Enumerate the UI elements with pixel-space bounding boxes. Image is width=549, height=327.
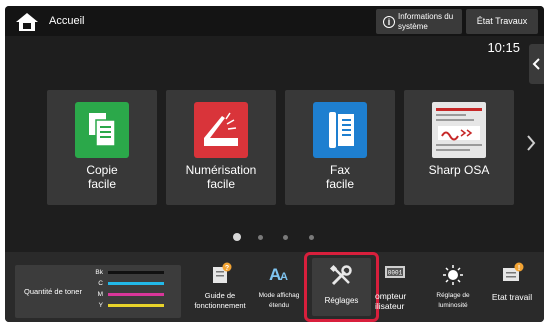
operation-guide-label: Guide de fonctionnement [194, 291, 246, 310]
tile-easy-copy[interactable]: Copie facile [47, 90, 157, 205]
operation-guide-button[interactable]: ? Guide de fonctionnement [185, 262, 255, 318]
top-bar: Accueil i Informations du système État T… [5, 6, 544, 36]
operation-panel: Accueil i Informations du système État T… [5, 6, 544, 322]
info-icon: i [383, 16, 395, 28]
clock: 10:15 [487, 40, 520, 55]
scan-icon [194, 102, 248, 158]
tile-sharp-osa[interactable]: Sharp OSA [404, 90, 514, 205]
extended-display-button[interactable]: A A Mode affichag étendu [253, 262, 305, 318]
extended-display-label: Mode affichag étendu [258, 292, 300, 309]
tile-label: Sharp OSA [428, 163, 490, 177]
tile-label: Copie facile [86, 163, 118, 191]
fax-icon [313, 102, 367, 158]
toner-level-panel[interactable]: Quantité de toner Bk C M Y [15, 265, 181, 318]
side-panel-tab[interactable] [529, 44, 544, 84]
home-label[interactable]: Accueil [49, 15, 84, 27]
user-counter-button[interactable]: 0001 ompteur ilisateur [371, 262, 423, 318]
toner-row-m: M [91, 291, 181, 299]
svg-text:!: ! [518, 265, 520, 272]
job-status-label: Etat travail [491, 292, 533, 302]
tile-label: Numérisation facile [185, 163, 257, 191]
toner-label: Quantité de toner [24, 287, 82, 296]
system-info-button[interactable]: i Informations du système [376, 9, 462, 34]
svg-text:?: ? [225, 265, 229, 272]
page-dot-active[interactable] [233, 233, 241, 241]
tile-easy-scan[interactable]: Numérisation facile [166, 90, 276, 205]
page-dot[interactable] [283, 234, 288, 240]
toner-row-bk: Bk [91, 269, 181, 277]
job-status-button[interactable]: État Travaux [466, 9, 538, 34]
chevron-right-icon[interactable] [526, 134, 536, 152]
text-size-icon: A A [269, 265, 288, 284]
settings-button[interactable]: Réglages [312, 258, 371, 316]
toner-row-y: Y [91, 302, 181, 310]
user-counter-label: ompteur ilisateur [375, 291, 407, 311]
tools-icon [329, 264, 352, 286]
svg-text:A: A [280, 271, 288, 283]
brightness-label: Réglage de luminosité [436, 292, 470, 309]
settings-label: Réglages [324, 296, 359, 305]
job-status-dock-button[interactable]: ! Etat travail [483, 262, 541, 318]
guide-icon: ? [213, 262, 232, 283]
tile-label: Fax facile [325, 163, 354, 191]
toner-row-c: C [91, 280, 181, 288]
copy-icon [75, 102, 129, 158]
svg-text:0001: 0001 [388, 270, 403, 277]
sharp-osa-icon [432, 102, 486, 158]
brightness-button[interactable]: Réglage de luminosité [425, 262, 481, 318]
home-icon[interactable] [15, 12, 39, 32]
tile-easy-fax[interactable]: Fax facile [285, 90, 395, 205]
job-status-icon: ! [503, 262, 524, 281]
page-dot[interactable] [309, 234, 314, 240]
chevron-left-icon [532, 58, 540, 70]
counter-icon: 0001 [385, 266, 405, 278]
system-info-label: Informations du système [398, 12, 454, 31]
bottom-dock: Quantité de toner Bk C M Y ? Guide de fo… [5, 252, 544, 322]
page-dot[interactable] [258, 234, 263, 240]
brightness-icon [443, 265, 463, 285]
